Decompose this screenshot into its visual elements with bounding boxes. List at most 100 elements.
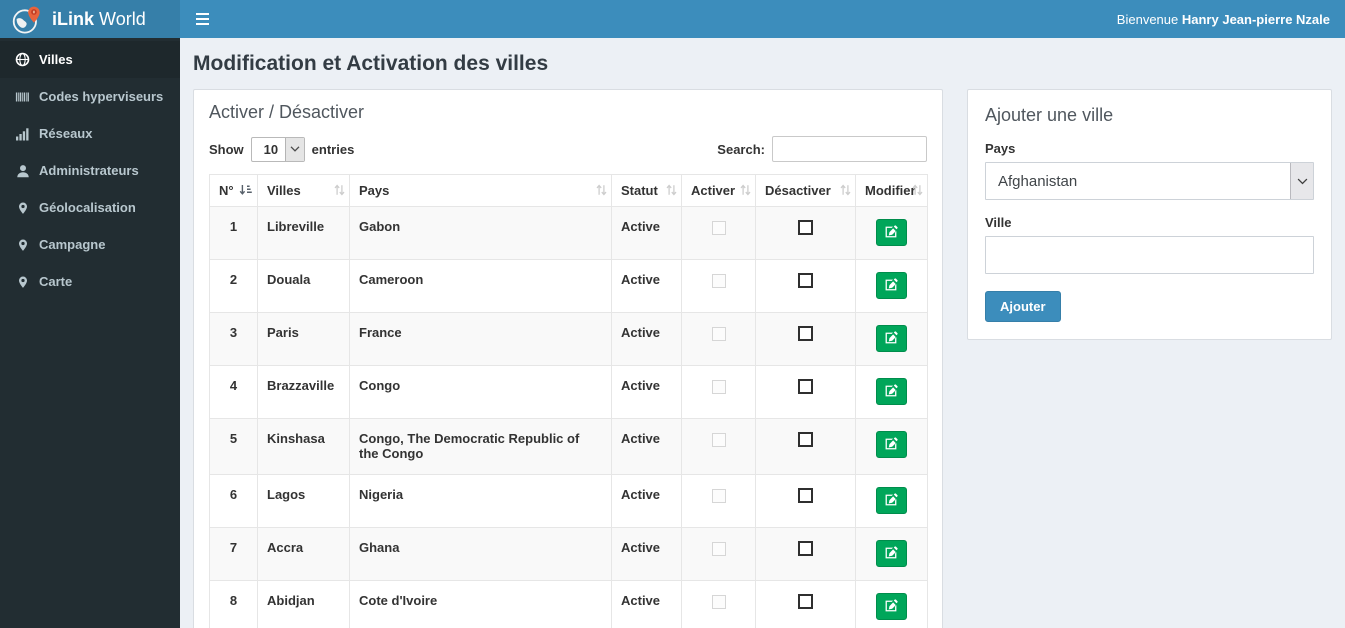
desactiver-checkbox[interactable]: [798, 594, 813, 610]
sidebar-item-villes[interactable]: Villes: [0, 41, 180, 78]
desactiver-checkbox[interactable]: [798, 273, 813, 289]
cell-pays: Nigeria: [349, 474, 612, 528]
edit-icon: [885, 277, 898, 294]
column-header-villes[interactable]: Villes: [257, 174, 350, 207]
search-control: Search:: [717, 136, 927, 162]
cell-ville: Accra: [257, 527, 350, 581]
edit-row-button[interactable]: [876, 487, 907, 514]
desactiver-checkbox[interactable]: [798, 432, 813, 448]
cell-num: 7: [209, 527, 258, 581]
ajouter-button[interactable]: Ajouter: [985, 291, 1061, 322]
desactiver-checkbox[interactable]: [798, 326, 813, 342]
sort-icon: [596, 184, 607, 196]
activer-checkbox[interactable]: [711, 379, 726, 394]
cell-statut: Active: [611, 474, 682, 528]
sidebar-item-geolocalisation[interactable]: Géolocalisation: [0, 189, 180, 226]
activer-checkbox[interactable]: [711, 273, 726, 288]
brand-title: iLink World: [52, 8, 146, 29]
map-marker-icon: [15, 274, 30, 289]
user-icon: [15, 163, 30, 178]
add-panel-title: Ajouter une ville: [985, 105, 1114, 125]
column-header-pays[interactable]: Pays: [349, 174, 612, 207]
activer-checkbox[interactable]: [711, 432, 726, 447]
activer-checkbox[interactable]: [711, 594, 726, 609]
edit-row-button[interactable]: [876, 593, 907, 620]
edit-icon: [885, 224, 898, 241]
add-ville-panel: Ajouter une ville Pays Afghanistan Ville…: [967, 89, 1332, 340]
edit-row-button[interactable]: [876, 325, 907, 352]
welcome-message: Bienvenue Hanry Jean-pierre Nzale: [1116, 11, 1330, 27]
edit-icon: [885, 545, 898, 562]
cell-statut: Active: [611, 365, 682, 419]
activer-checkbox[interactable]: [711, 541, 726, 556]
cell-ville: Brazzaville: [257, 365, 350, 419]
cell-statut: Active: [611, 580, 682, 628]
sidebar-toggle-button[interactable]: [180, 0, 225, 38]
entries-label: entries: [311, 141, 355, 157]
ville-input[interactable]: [985, 236, 1314, 274]
cell-pays: Cameroon: [349, 259, 612, 313]
edit-row-button[interactable]: [876, 219, 907, 246]
edit-row-button[interactable]: [876, 431, 907, 458]
villes-table: N° Villes Pays Statut Activer Désactiver Modif…: [209, 174, 928, 628]
ville-label: Ville: [985, 215, 1012, 230]
edit-icon: [885, 436, 898, 453]
table-row: 3 Paris France Active: [209, 312, 928, 366]
cell-num: 2: [209, 259, 258, 313]
edit-icon: [885, 330, 898, 347]
edit-icon: [885, 383, 898, 400]
desactiver-checkbox[interactable]: [798, 541, 813, 557]
table-row: 2 Douala Cameroon Active: [209, 259, 928, 313]
column-header-num[interactable]: N°: [209, 174, 258, 207]
sidebar-item-carte[interactable]: Carte: [0, 263, 180, 300]
desactiver-checkbox[interactable]: [798, 220, 813, 236]
sidebar-item-codes-hyperviseurs[interactable]: Codes hyperviseurs: [0, 78, 180, 115]
show-label: Show: [209, 141, 244, 157]
column-header-statut[interactable]: Statut: [611, 174, 682, 207]
cell-pays: France: [349, 312, 612, 366]
sidebar-item-administrateurs[interactable]: Administrateurs: [0, 152, 180, 189]
activer-checkbox[interactable]: [711, 220, 726, 235]
cell-pays: Congo: [349, 365, 612, 419]
column-header-desactiver[interactable]: Désactiver: [755, 174, 856, 207]
sort-icon: [740, 184, 751, 196]
app-logo-icon: [10, 2, 43, 36]
map-marker-icon: [15, 237, 30, 252]
table-row: 6 Lagos Nigeria Active: [209, 474, 928, 528]
cell-statut: Active: [611, 312, 682, 366]
main-content: Modification et Activation des villes Ac…: [180, 38, 1345, 628]
cell-num: 8: [209, 580, 258, 628]
cell-pays: Gabon: [349, 206, 612, 260]
desactiver-checkbox[interactable]: [798, 488, 813, 504]
edit-row-button[interactable]: [876, 272, 907, 299]
edit-row-button[interactable]: [876, 378, 907, 405]
pays-select[interactable]: Afghanistan: [985, 162, 1314, 200]
search-input[interactable]: [772, 136, 927, 162]
brand[interactable]: iLink World: [0, 0, 180, 38]
cell-pays: Cote d'Ivoire: [349, 580, 612, 628]
cell-ville: Lagos: [257, 474, 350, 528]
cell-num: 5: [209, 418, 258, 475]
sidebar: Villes Codes hyperviseurs Réseaux Administr…: [0, 38, 180, 628]
desactiver-checkbox[interactable]: [798, 379, 813, 395]
column-header-modifier[interactable]: Modifier: [855, 174, 928, 207]
page-length-select[interactable]: 10: [250, 136, 305, 162]
sidebar-item-campagne[interactable]: Campagne: [0, 226, 180, 263]
edit-row-button[interactable]: [876, 540, 907, 567]
sidebar-item-reseaux[interactable]: Réseaux: [0, 115, 180, 152]
barcode-icon: [15, 89, 30, 104]
cell-statut: Active: [611, 206, 682, 260]
cell-pays: Ghana: [349, 527, 612, 581]
top-navbar: iLink World Bienvenue Hanry Jean-pierre …: [0, 0, 1345, 38]
column-header-activer[interactable]: Activer: [681, 174, 756, 207]
globe-icon: [15, 52, 30, 67]
page-length-control: Show 10 entries: [209, 136, 355, 162]
search-label: Search:: [717, 141, 765, 157]
cell-ville: Paris: [257, 312, 350, 366]
activer-checkbox[interactable]: [711, 488, 726, 503]
table-row: 4 Brazzaville Congo Active: [209, 365, 928, 419]
cell-pays: Congo, The Democratic Republic of the Co…: [349, 418, 612, 475]
signal-icon: [15, 126, 30, 141]
activer-checkbox[interactable]: [711, 326, 726, 341]
table-row: 5 Kinshasa Congo, The Democratic Republic …: [209, 418, 928, 475]
